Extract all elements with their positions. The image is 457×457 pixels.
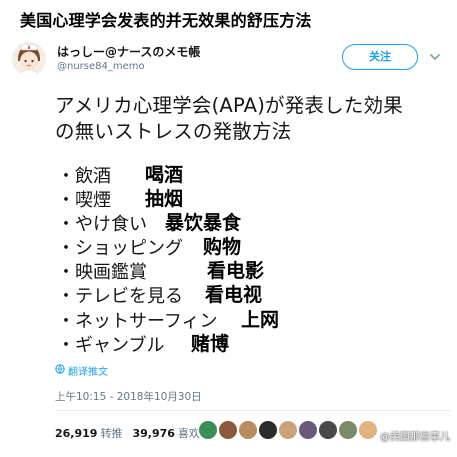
list-item-jp: ・ショッピング bbox=[57, 238, 183, 259]
liker-avatar[interactable] bbox=[278, 420, 298, 440]
list-item-jp: ・ギャンブル bbox=[57, 335, 165, 356]
avatar[interactable] bbox=[12, 42, 46, 76]
engagement-stats: 26,919 转推 39,976 喜欢 bbox=[55, 425, 210, 441]
watermark: @美国那些事儿 bbox=[380, 432, 450, 443]
timestamp[interactable]: 上午10:15 - 2018年10月30日 bbox=[55, 389, 202, 404]
liker-avatar[interactable] bbox=[358, 420, 378, 440]
list-item-cn: 购物 bbox=[203, 236, 242, 258]
chevron-down-icon[interactable] bbox=[428, 50, 442, 64]
liker-avatar[interactable] bbox=[338, 420, 358, 440]
liker-avatar[interactable] bbox=[198, 420, 218, 440]
retweet-count[interactable]: 26,919 bbox=[55, 427, 97, 440]
user-name[interactable]: はっしー@ナースのメモ帳 bbox=[57, 43, 200, 60]
user-handle[interactable]: @nurse84_memo bbox=[57, 61, 145, 72]
list-item-jp: ・テレビを見る bbox=[57, 286, 183, 307]
globe-icon bbox=[55, 364, 65, 374]
list-item-cn: 上网 bbox=[241, 309, 280, 331]
list-item-cn: 看电视 bbox=[205, 284, 263, 306]
liker-avatar[interactable] bbox=[318, 420, 338, 440]
retweet-label[interactable]: 转推 bbox=[100, 427, 122, 440]
divider bbox=[55, 410, 450, 411]
list-item-jp: ・喫煙 bbox=[57, 190, 111, 211]
tweet-text-line-1: アメリカ心理学会(APA)が発表した効果 bbox=[55, 94, 403, 117]
like-label[interactable]: 喜欢 bbox=[178, 427, 200, 440]
list-item-cn: 抽烟 bbox=[145, 188, 184, 210]
banner: 美国心理学会发表的并无效果的舒压方法 bbox=[0, 0, 457, 30]
liker-avatar[interactable] bbox=[258, 420, 278, 440]
list-item-cn: 赌博 bbox=[191, 333, 230, 355]
liker-avatar[interactable] bbox=[218, 420, 238, 440]
follow-button[interactable]: 关注 bbox=[342, 44, 418, 70]
nurse-avatar-icon bbox=[12, 42, 46, 76]
liker-avatar[interactable] bbox=[298, 420, 318, 440]
tweet-text-line-2: の無いストレスの発散方法 bbox=[55, 120, 292, 143]
list-item-cn: 喝酒 bbox=[145, 164, 184, 186]
list-item-cn: 暴饮暴食 bbox=[165, 212, 242, 234]
banner-title: 美国心理学会发表的并无效果的舒压方法 bbox=[20, 11, 312, 30]
like-count[interactable]: 39,976 bbox=[132, 427, 174, 440]
translate-link[interactable]: 翻译推文 bbox=[68, 363, 108, 378]
list-item-jp: ・映画鑑賞 bbox=[57, 262, 147, 283]
list-item-cn: 看电影 bbox=[207, 260, 265, 282]
list-item-jp: ・飲酒 bbox=[57, 166, 111, 187]
list-item-jp: ・やけ食い bbox=[57, 214, 147, 235]
liker-avatar[interactable] bbox=[238, 420, 258, 440]
